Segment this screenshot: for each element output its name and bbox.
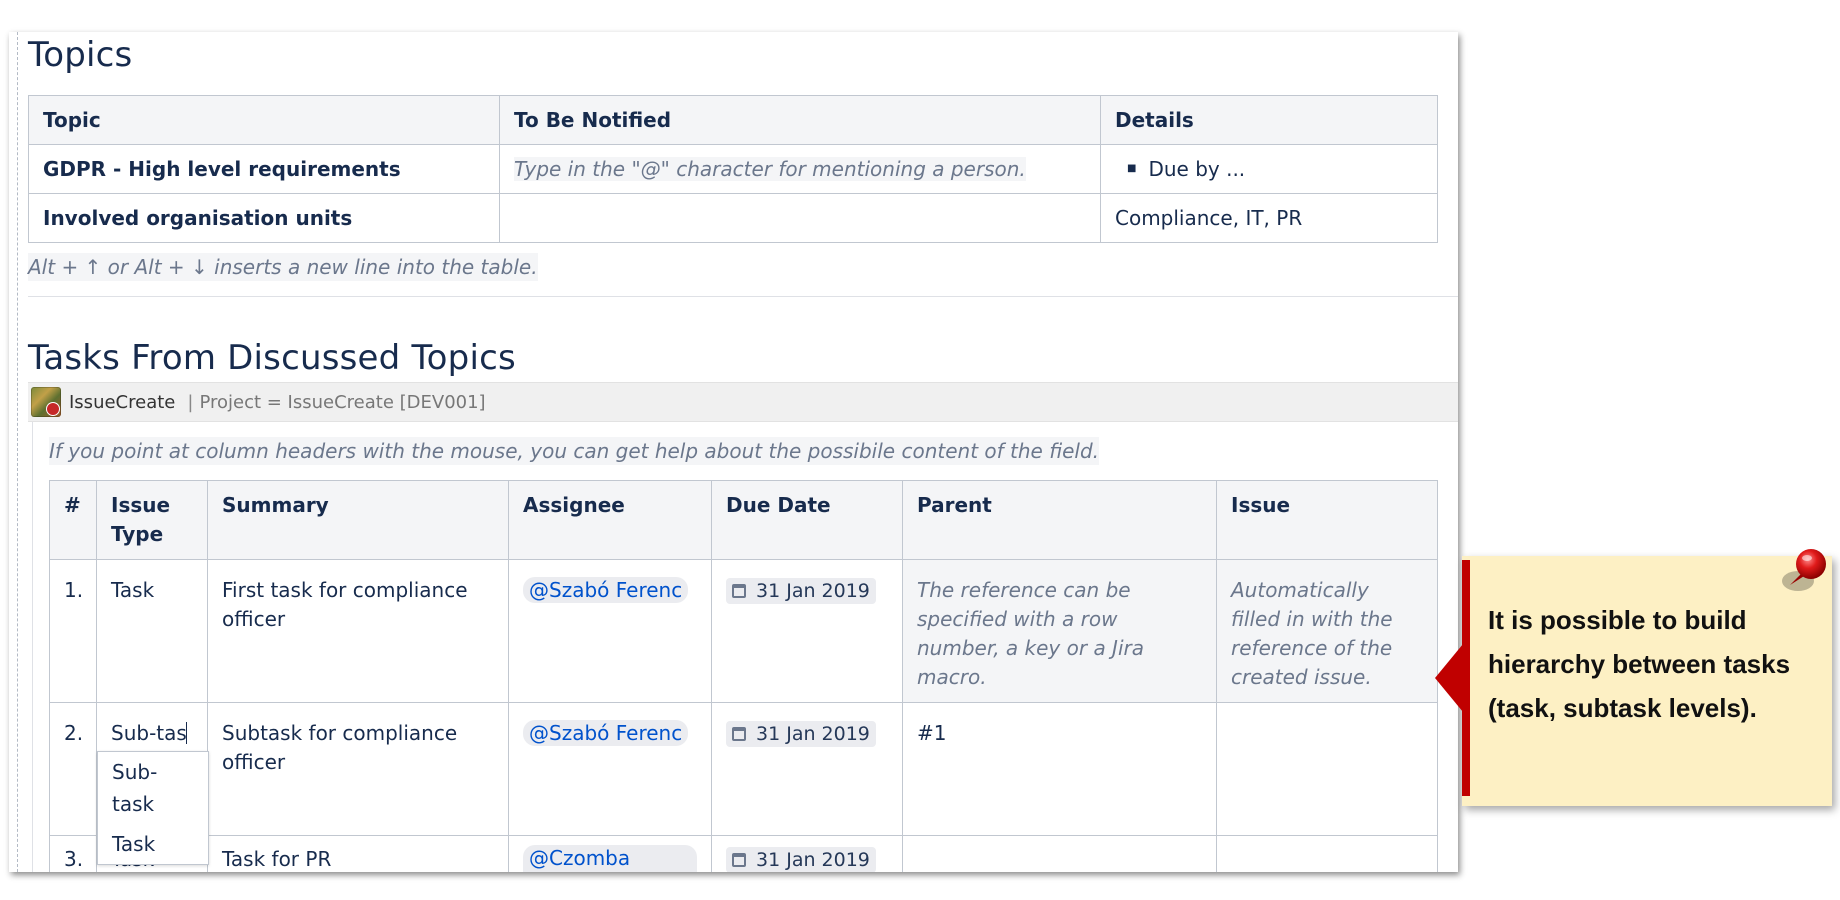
date-text: 31 Jan 2019 [756,849,870,871]
tasks-table-hint: If you point at column headers with the … [49,437,1100,465]
summary-cell[interactable]: Subtask for compliance officer [207,702,509,836]
table-row: 2. Sub-task Sub-task Task Subtask for co… [49,702,1438,865]
table-row: GDPR - High level requirements Type in t… [28,144,1438,194]
due-date-cell[interactable]: 31 Jan 2019 [711,559,903,703]
mention-placeholder: Type in the "@" character for mentioning… [514,157,1026,181]
parent-cell[interactable] [902,835,1217,872]
dropdown-option-sub-task[interactable]: Sub-task [98,752,208,824]
calendar-icon [732,584,746,598]
table-header-row: # Issue Type Summary Assignee Due Date P… [49,480,1438,560]
issuecreate-macro-header[interactable]: IssueCreate | Project = IssueCreate [DEV… [28,382,1458,422]
editor-margin-line [17,32,18,872]
issue-cell[interactable] [1216,702,1438,836]
assignee-cell[interactable]: @Czomba László [508,835,712,872]
details-cell[interactable]: Due by ... [1100,144,1438,194]
date-lozenge[interactable]: 31 Jan 2019 [726,578,876,604]
topic-cell[interactable]: GDPR - High level requirements [28,144,500,194]
issue-cell[interactable] [1216,835,1438,872]
details-cell[interactable]: Compliance, IT, PR [1100,193,1438,243]
row-number: 3. [49,835,97,872]
issue-type-cell[interactable]: Sub-task Sub-task Task [96,702,209,865]
date-lozenge[interactable]: 31 Jan 2019 [726,847,876,872]
header-details[interactable]: Details [1100,95,1438,145]
header-parent[interactable]: Parent [902,480,1217,560]
topics-table-hint: Alt + ↑ or Alt + ↓ inserts a new line in… [28,253,538,281]
calendar-icon [732,727,746,741]
macro-body-border [32,422,33,872]
header-assignee[interactable]: Assignee [508,480,712,560]
header-issue-type[interactable]: Issue Type [96,480,208,560]
bullet-icon [1115,157,1148,181]
row-number: 1. [49,559,97,703]
callout-accent-bar [1462,560,1470,796]
tasks-heading: Tasks From Discussed Topics [28,338,516,378]
date-text: 31 Jan 2019 [756,723,870,745]
header-number[interactable]: # [49,480,97,560]
issuecreate-macro-icon [31,387,61,417]
summary-cell[interactable]: Task for PR [207,835,509,872]
table-row: 1. Task First task for compliance office… [49,559,1438,703]
user-mention[interactable]: @Szabó Ferenc [523,577,689,603]
table-row: 3. Task Task for PR @Czomba László 31 Ja… [49,835,1438,872]
section-divider [28,296,1458,297]
callout-pointer-arrow [1435,644,1463,712]
header-due-date[interactable]: Due Date [711,480,903,560]
issue-type-input-text: Sub-tas [111,721,187,745]
row-number: 2. [49,702,97,836]
date-lozenge[interactable]: 31 Jan 2019 [726,721,876,747]
table-row: Involved organisation units Compliance, … [28,193,1438,243]
header-summary[interactable]: Summary [207,480,509,560]
summary-cell[interactable]: First task for compliance officer [207,559,509,703]
date-text: 31 Jan 2019 [756,580,870,602]
table-header-row: Topic To Be Notified Details [28,95,1438,145]
due-date-cell[interactable]: 31 Jan 2019 [711,702,903,836]
dropdown-option-task[interactable]: Task [98,824,208,864]
header-to-be-notified[interactable]: To Be Notified [499,95,1101,145]
header-topic[interactable]: Topic [28,95,500,145]
issue-type-dropdown: Sub-task Task [97,751,209,865]
notified-cell[interactable] [499,193,1101,243]
macro-separator: | [187,391,194,413]
calendar-icon [732,853,746,867]
issue-type-cell[interactable]: Task [96,559,208,703]
macro-name: IssueCreate [69,391,176,413]
parent-cell[interactable]: #1 [902,702,1217,836]
details-bullet-text: Due by ... [1148,157,1246,181]
tasks-table: # Issue Type Summary Assignee Due Date P… [49,480,1438,872]
notified-cell[interactable]: Type in the "@" character for mentioning… [499,144,1101,194]
assignee-cell[interactable]: @Szabó Ferenc [508,702,712,836]
text-caret [185,722,187,744]
confluence-page: Topics Topic To Be Notified Details GDPR… [9,32,1458,872]
topics-heading: Topics [28,35,133,75]
header-issue[interactable]: Issue [1216,480,1438,560]
due-date-cell[interactable]: 31 Jan 2019 [711,835,903,872]
topic-cell[interactable]: Involved organisation units [28,193,500,243]
user-mention[interactable]: @Szabó Ferenc [523,720,689,746]
topics-table: Topic To Be Notified Details GDPR - High… [28,95,1438,243]
issue-cell[interactable]: Automatically filled in with the referen… [1216,559,1438,703]
macro-params: Project = IssueCreate [DEV001] [199,391,486,413]
assignee-cell[interactable]: @Szabó Ferenc [508,559,712,703]
pushpin-icon [1782,549,1826,591]
parent-cell[interactable]: The reference can be specified with a ro… [902,559,1217,703]
user-mention[interactable]: @Czomba László [523,845,697,872]
callout-text: It is possible to build hierarchy betwee… [1488,605,1791,723]
